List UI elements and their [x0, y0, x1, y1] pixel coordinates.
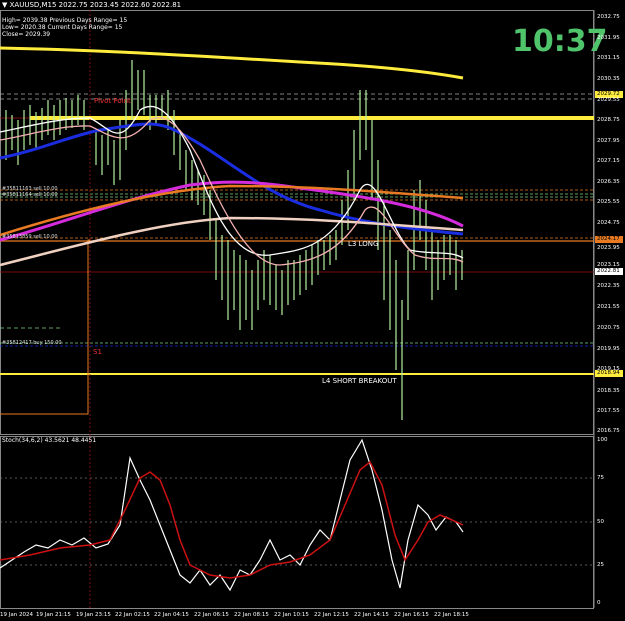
price-tag-l4: 2018.94: [597, 370, 620, 376]
price-tag-yellow: 2029.72: [597, 91, 620, 97]
price-tag-current: 2022.81: [597, 268, 620, 274]
time-tick: 22 Jan 14:15: [354, 612, 389, 618]
l4-short-breakout-label: L4 SHORT BREAKOUT: [322, 377, 397, 385]
stochastic-lines: [0, 438, 464, 592]
price-tick: 2029.55: [597, 97, 620, 103]
level-lines: [0, 10, 594, 608]
price-tick: 2023.95: [597, 245, 620, 251]
chart-window: [0, 10, 623, 609]
price-tick: 2021.55: [597, 304, 620, 310]
indicator-border: [0, 436, 594, 609]
order-label[interactable]: #35811164 sell 10.00: [2, 192, 58, 198]
stoch-tick: 50: [597, 519, 604, 525]
stoch-tick: 0: [597, 600, 601, 606]
moving-averages: [0, 46, 464, 267]
info-line-close: Close= 2029.39: [2, 31, 51, 38]
time-tick: 22 Jan 12:15: [314, 612, 349, 618]
order-label[interactable]: #35812417 buy 150.00: [2, 340, 62, 346]
price-tick: 2018.35: [597, 388, 620, 394]
time-tick: 22 Jan 18:15: [434, 612, 469, 618]
stoch-indicator-title: Stoch(34,6,2) 43.5621 48.4451: [2, 437, 97, 444]
pivot-point-label: Pivot Point: [94, 97, 131, 105]
price-markers: [595, 91, 623, 377]
info-line-low: Low= 2020.38 Current Days Range= 15: [2, 24, 123, 31]
price-tag-orange: 2024.17: [597, 236, 620, 242]
time-tick: 22 Jan 02:15: [115, 612, 150, 618]
candles: [5, 60, 463, 420]
price-tick: 2030.35: [597, 76, 620, 82]
time-tick: 22 Jan 08:15: [234, 612, 269, 618]
time-tick: 22 Jan 16:15: [394, 612, 429, 618]
price-tick: 2027.15: [597, 158, 620, 164]
time-tick: 19 Jan 21:15: [36, 612, 71, 618]
price-tick: 2031.95: [597, 35, 620, 41]
price-tick: 2022.35: [597, 283, 620, 289]
time-tick: 22 Jan 04:15: [154, 612, 189, 618]
main-chart-border: [0, 10, 594, 435]
price-tick: 2028.75: [597, 117, 620, 123]
info-line-high: High= 2039.38 Previous Days Range= 15: [2, 17, 128, 24]
price-tick: 2031.15: [597, 55, 620, 61]
clock-display: 10:37: [512, 24, 608, 59]
stoch-levels: [0, 477, 594, 566]
price-tick: 2016.75: [597, 428, 620, 434]
price-tick: 2025.55: [597, 199, 620, 205]
stoch-tick: 100: [597, 437, 608, 443]
price-tick: 2024.75: [597, 220, 620, 226]
order-label[interactable]: #35813859 sell 10.00: [2, 234, 58, 240]
stoch-tick: 75: [597, 475, 604, 481]
stoch-tick: 25: [597, 562, 604, 568]
l3-long-label: L3 LONG: [348, 240, 379, 248]
price-tick: 2027.95: [597, 138, 620, 144]
time-tick: 19 Jan 23:15: [76, 612, 111, 618]
price-tick: 2032.75: [597, 14, 620, 20]
time-tick: 22 Jan 10:15: [274, 612, 309, 618]
time-tick: 22 Jan 06:15: [194, 612, 229, 618]
price-tick: 2020.75: [597, 325, 620, 331]
time-tick: 19 Jan 2024: [0, 612, 33, 618]
s1-label: S1: [93, 348, 102, 356]
price-tick: 2026.35: [597, 179, 620, 185]
symbol-title: ▼ XAUUSD,M15 2022.75 2023.45 2022.60 202…: [2, 1, 182, 9]
price-tick: 2017.55: [597, 408, 620, 414]
price-tick: 2019.95: [597, 346, 620, 352]
